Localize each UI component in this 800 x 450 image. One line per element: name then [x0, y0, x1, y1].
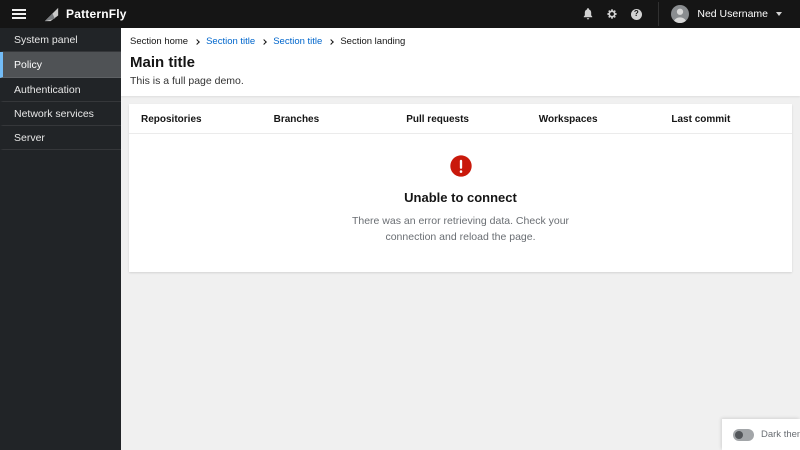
repositories-card: Repositories Branches Pull requests Work…	[129, 104, 792, 272]
exclamation-circle-icon	[449, 155, 472, 177]
sidebar-item-server[interactable]: Server	[0, 126, 121, 150]
notifications-button[interactable]	[576, 2, 600, 26]
page-header-section: Section home Section title Section title…	[121, 28, 800, 96]
sidebar-item-network-services[interactable]: Network services	[0, 102, 121, 126]
empty-state: Unable to connect There was an error ret…	[129, 134, 792, 272]
theme-toggle-card: Dark theme	[722, 419, 800, 450]
nav-toggle-button[interactable]	[8, 3, 30, 25]
breadcrumb: Section home Section title Section title…	[130, 36, 792, 47]
page-subtitle: This is a full page demo.	[130, 75, 244, 87]
sidebar-item-label: Policy	[14, 58, 43, 71]
hamburger-icon	[12, 9, 26, 19]
chevron-right-icon	[194, 38, 200, 45]
dark-theme-label: Dark theme	[761, 429, 800, 440]
sidebar-item-label: Network services	[14, 107, 94, 120]
gear-icon	[606, 8, 618, 20]
help-icon	[630, 8, 642, 20]
empty-state-body: There was an error retrieving data. Chec…	[351, 215, 570, 243]
sidebar-item-policy[interactable]: Policy	[0, 52, 121, 78]
masthead-actions: Ned Username	[576, 2, 790, 26]
table-header-row: Repositories Branches Pull requests Work…	[129, 104, 792, 134]
main-content: Section home Section title Section title…	[121, 28, 800, 450]
page-body-section: Repositories Branches Pull requests Work…	[121, 96, 800, 280]
column-header-pull-requests: Pull requests	[406, 114, 469, 125]
sidebar-item-authentication[interactable]: Authentication	[0, 78, 121, 102]
sidebar-item-label: System panel	[14, 33, 78, 46]
column-header-last-commit: Last commit	[671, 114, 731, 125]
patternfly-logo-icon	[42, 5, 61, 24]
brand-name: PatternFly	[66, 7, 127, 21]
sidebar-nav: System panel Policy Authentication Netwo…	[0, 28, 121, 450]
breadcrumb-item-current: Section landing	[340, 36, 406, 47]
bell-icon	[582, 8, 594, 20]
chevron-right-icon	[261, 38, 268, 45]
sidebar-item-system-panel[interactable]: System panel	[0, 28, 121, 52]
help-button[interactable]	[624, 2, 648, 26]
column-header-workspaces: Workspaces	[538, 114, 598, 125]
sidebar-item-label: Server	[14, 131, 45, 144]
user-name: Ned Username	[697, 8, 768, 20]
column-header-repositories: Repositories	[141, 114, 202, 125]
dark-theme-toggle[interactable]	[733, 428, 754, 441]
chevron-down-icon	[776, 12, 782, 16]
page-title: Main title	[130, 54, 196, 71]
breadcrumb-item: Section home	[130, 36, 189, 47]
breadcrumb-link[interactable]: Section title	[206, 36, 255, 47]
user-menu[interactable]: Ned Username	[658, 2, 790, 26]
breadcrumb-link[interactable]: Section title	[273, 36, 322, 47]
masthead: PatternFly ? Ned Username	[0, 0, 800, 28]
avatar	[671, 5, 690, 23]
chevron-right-icon	[328, 38, 335, 45]
settings-button[interactable]	[600, 2, 624, 26]
brand[interactable]: PatternFly	[42, 5, 127, 24]
empty-state-title: Unable to connect	[404, 190, 517, 205]
sidebar-item-label: Authentication	[14, 83, 81, 96]
column-header-branches: Branches	[273, 114, 320, 125]
toggle-knob	[735, 430, 743, 439]
